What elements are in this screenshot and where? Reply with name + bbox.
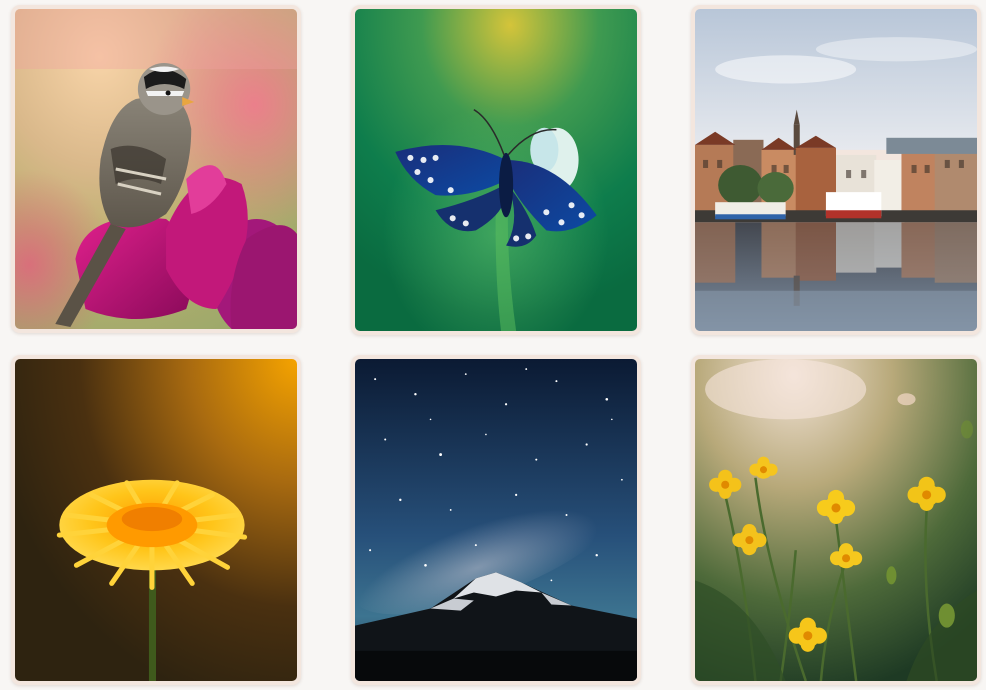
dandelion-photo [15, 359, 297, 681]
photo-card-bird[interactable] [11, 5, 301, 333]
photo-card-butterfly[interactable] [351, 5, 641, 335]
harbour-photo [695, 9, 977, 331]
photo-card-milky-way[interactable] [351, 355, 641, 685]
milky-way-photo [355, 359, 637, 681]
wildflowers-photo [695, 359, 977, 681]
butterfly-photo [355, 9, 637, 331]
photo-card-harbour[interactable] [691, 5, 981, 335]
photo-card-dandelion[interactable] [11, 355, 301, 685]
photo-card-wildflowers[interactable] [691, 355, 981, 685]
photo-gallery [0, 0, 986, 690]
bird-photo [15, 9, 297, 329]
